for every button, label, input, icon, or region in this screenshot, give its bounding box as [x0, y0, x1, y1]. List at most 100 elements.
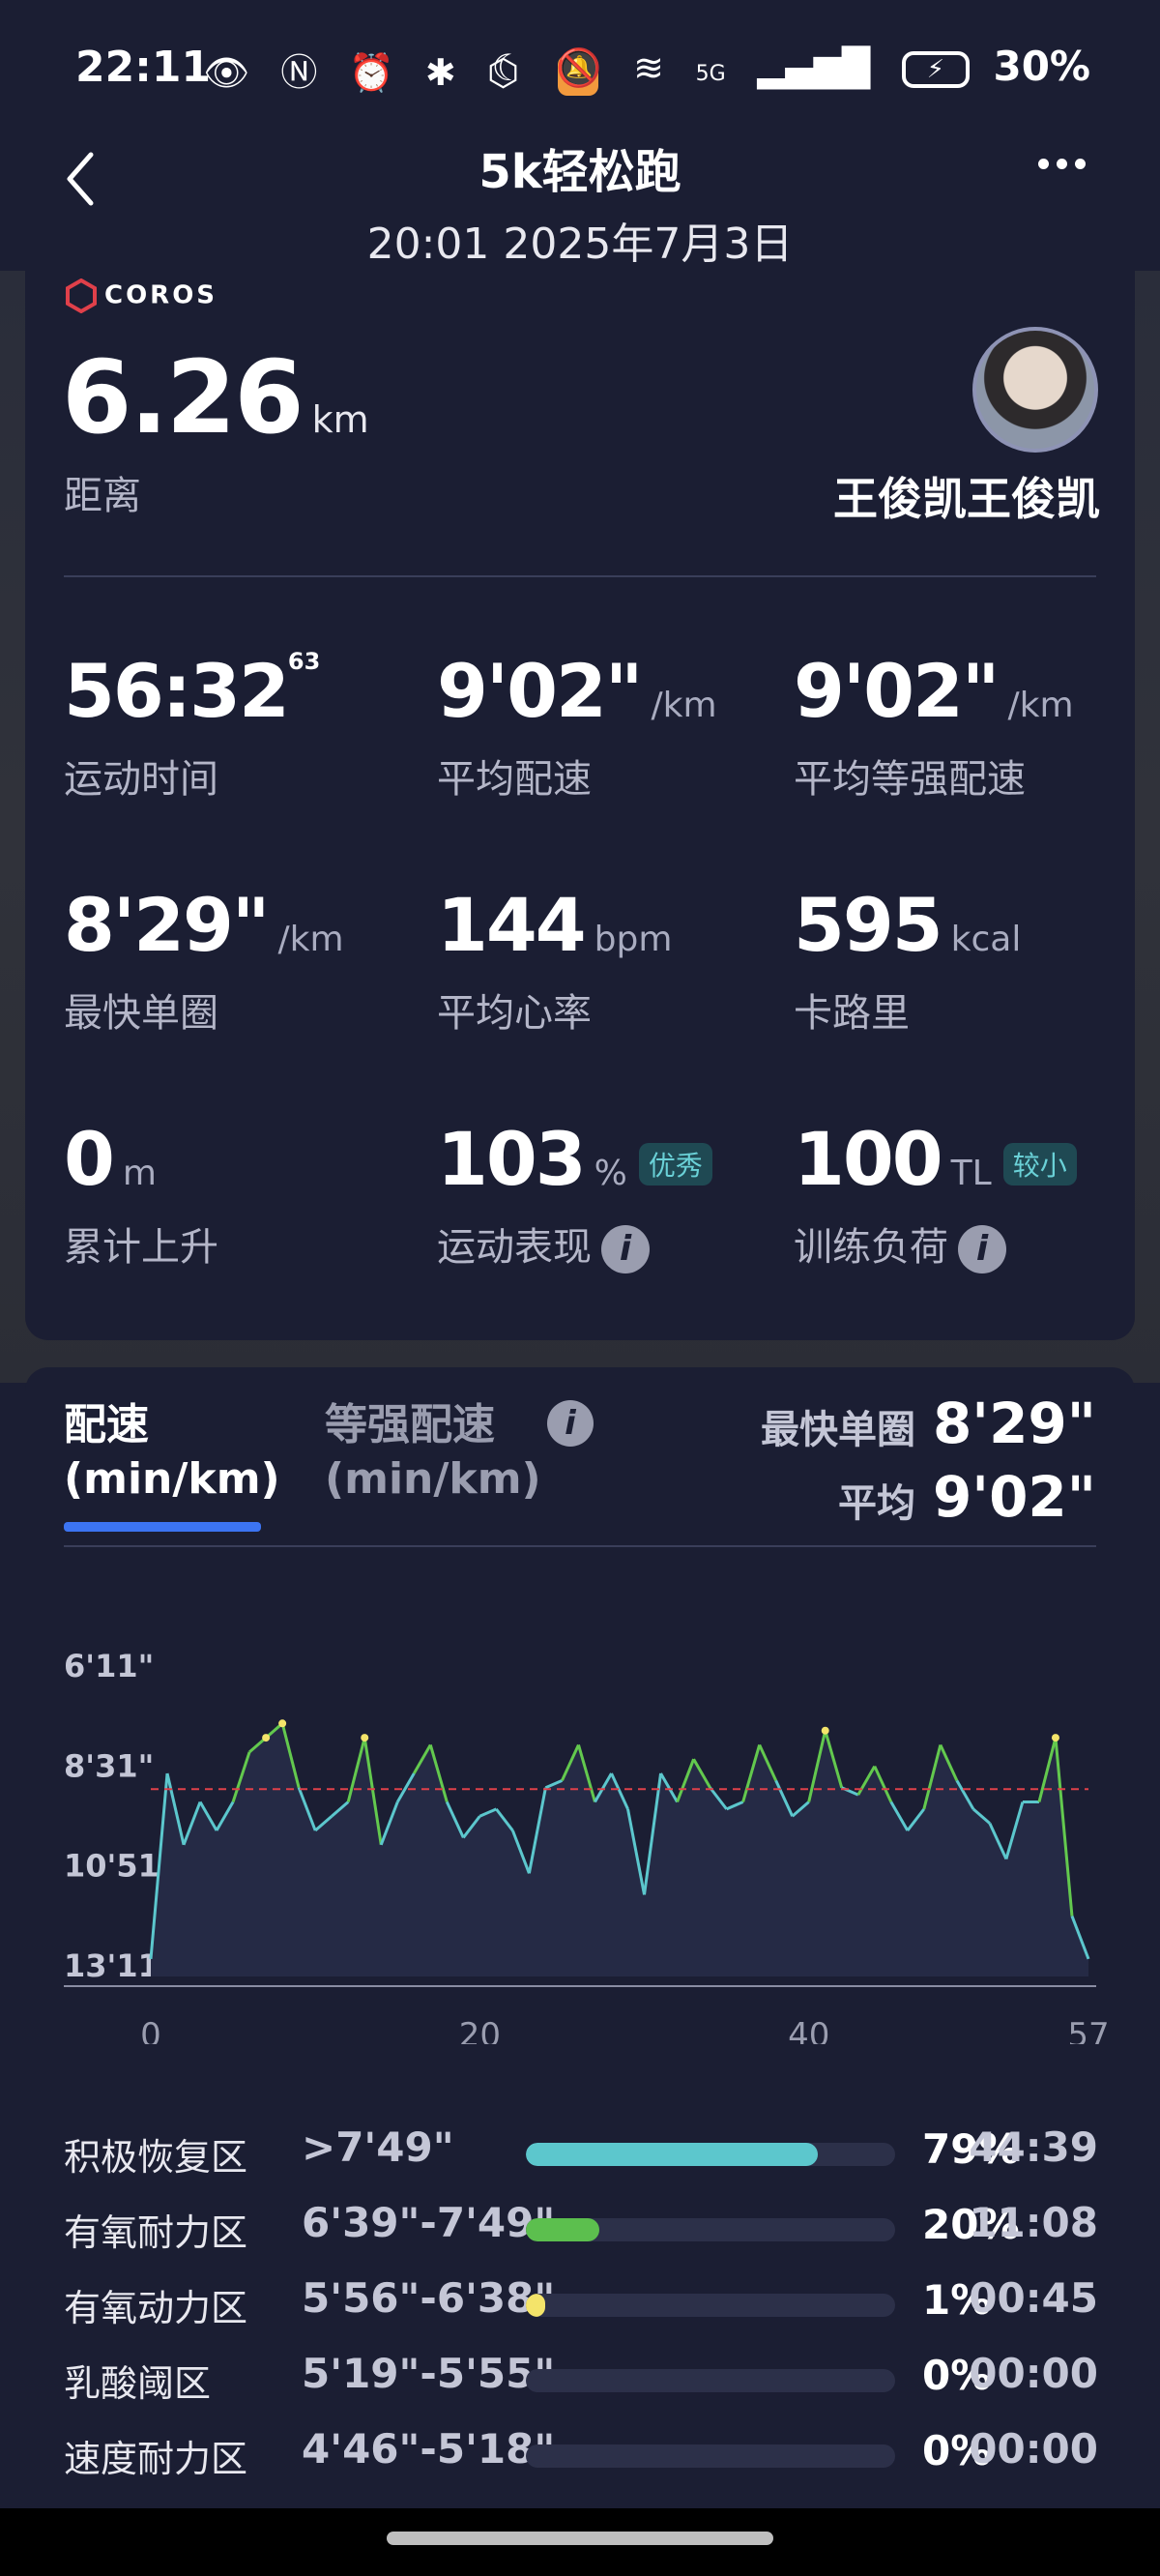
more-dot-icon — [1038, 159, 1049, 169]
stat-unit: kcal — [950, 920, 1022, 959]
stat-label: 平均心率 — [437, 991, 592, 1036]
zone-bar-track — [526, 2444, 895, 2468]
info-icon[interactable]: i — [958, 1225, 1006, 1273]
distance-unit: km — [311, 398, 369, 441]
alarm-icon: ⏰ — [348, 51, 404, 94]
zone-bar-track — [526, 2218, 895, 2241]
zone-time: 44:39 — [969, 2123, 1098, 2171]
summary-card: COROS 6.26 km 距离 王俊凯王俊凯 56:3263 运动时间 9'02… — [25, 271, 1135, 1340]
stat-avg-heart-rate: 144 bpm 平均心率 — [437, 882, 672, 1038]
divider — [64, 1545, 1096, 1547]
moon-icon: ☾ — [491, 46, 525, 89]
zone-time: 11:08 — [969, 2199, 1098, 2246]
stat-fastest-lap: 8'29"/km 最快单圈 — [64, 882, 344, 1038]
stat-value: 56:32 — [64, 648, 290, 734]
battery-percent: 30% — [993, 43, 1090, 90]
page-title: 5k轻松跑 — [478, 145, 682, 199]
stat-performance: 103% 优秀 运动表现 i — [437, 1116, 712, 1273]
pace-peak-point — [1051, 1734, 1059, 1742]
y-tick-label: 6'11" — [64, 1648, 154, 1684]
stat-unit: % — [594, 1154, 627, 1193]
info-icon[interactable]: i — [601, 1225, 650, 1273]
zone-row: 乳酸阈区 5'19"-5'55" 0% 00:00 — [64, 2348, 1098, 2406]
more-options-button[interactable] — [1038, 155, 1106, 193]
zone-bar-fill — [526, 2143, 818, 2166]
zone-bar-track — [526, 2369, 895, 2392]
status-time: 22:11 — [75, 43, 212, 92]
zone-name: 有氧耐力区 — [64, 2211, 248, 2254]
stat-elevation-gain: 0m 累计上升 — [64, 1116, 218, 1272]
status-right: ☾ 🔕 ≋ 5G ▂▄▆█ ⚡ 30% — [492, 43, 1090, 90]
tab-pace[interactable]: 配速 (min/km) — [64, 1398, 280, 1507]
pace-card: 配速 (min/km) 等强配速 (min/km) i 最快单圈 8'29" 平均… — [25, 1367, 1135, 2576]
stat-duration: 56:3263 运动时间 — [64, 648, 320, 804]
info-icon[interactable]: i — [547, 1400, 594, 1447]
stat-label: 卡路里 — [794, 991, 910, 1036]
stat-value: 9'02" — [437, 648, 644, 734]
zone-bar-track — [526, 2294, 895, 2317]
tab-grade-adjusted-pace[interactable]: 等强配速 (min/km) — [325, 1398, 541, 1507]
stat-unit: /km — [277, 920, 344, 959]
eye-icon: 👁 — [203, 51, 260, 94]
navigation-bar — [0, 2508, 1160, 2576]
divider — [64, 575, 1096, 577]
fastest-lap-value: 8'29" — [932, 1390, 1096, 1456]
tab-pace-unit: (min/km) — [64, 1454, 280, 1504]
stat-avg-grade-pace: 9'02"/km 平均等强配速 — [794, 648, 1074, 804]
average-label: 平均 — [837, 1481, 915, 1526]
header: 5k轻松跑 20:01 2025年7月3日 — [0, 126, 1160, 271]
stat-hundredths: 63 — [287, 648, 321, 675]
y-tick-label: 8'31" — [64, 1747, 154, 1784]
stat-value: 100 — [794, 1116, 943, 1202]
zone-time: 00:00 — [969, 2350, 1098, 2397]
fastest-lap-summary: 最快单圈 8'29" — [761, 1390, 1096, 1456]
zone-row: 速度耐力区 4'46"-5'18" 0% 00:00 — [64, 2423, 1098, 2481]
bluetooth-icon: ✱ — [424, 51, 466, 94]
stat-label: 平均配速 — [437, 757, 592, 802]
average-pace-summary: 平均 9'02" — [838, 1464, 1096, 1530]
stat-label: 运动表现 — [437, 1225, 592, 1270]
x-tick-label: 57 — [1067, 2016, 1109, 2044]
stat-label: 累计上升 — [64, 1225, 218, 1270]
zone-name: 有氧动力区 — [64, 2287, 248, 2329]
stat-value: 103 — [437, 1116, 587, 1202]
activity-datetime: 20:01 2025年7月3日 — [366, 220, 794, 269]
zone-bar-fill — [526, 2294, 545, 2317]
zone-range: 5'56"-6'38" — [302, 2274, 556, 2322]
zone-row: 有氧耐力区 6'39"-7'49" 20% 11:08 — [64, 2197, 1098, 2255]
mute-icon: 🔕 — [556, 46, 602, 89]
zone-name: 乳酸阈区 — [64, 2362, 212, 2405]
stat-value: 9'02" — [794, 648, 1000, 734]
wifi-icon: ≋ — [633, 46, 665, 89]
network-label: 5G — [695, 62, 726, 86]
coros-logo-icon — [66, 278, 97, 313]
stat-value: 144 — [437, 882, 587, 968]
brand-name: COROS — [104, 280, 218, 310]
battery-charging-icon: ⚡ — [901, 50, 970, 88]
zone-name: 速度耐力区 — [64, 2438, 248, 2480]
zone-time: 00:45 — [969, 2274, 1098, 2322]
zone-range: 6'39"-7'49" — [302, 2199, 556, 2246]
zone-range: >7'49" — [302, 2123, 454, 2171]
tab-grade-unit: (min/km) — [325, 1454, 541, 1504]
zone-range: 4'46"-5'18" — [302, 2425, 556, 2473]
zone-row: 有氧动力区 5'56"-6'38" 1% 00:45 — [64, 2272, 1098, 2330]
tab-grade-label: 等强配速 — [325, 1400, 495, 1449]
zone-time: 00:00 — [969, 2425, 1098, 2473]
stat-label: 平均等强配速 — [794, 757, 1026, 802]
performance-badge: 优秀 — [638, 1143, 712, 1186]
x-tick-label: 40 — [788, 2016, 829, 2044]
nfc-icon: Ⓝ — [280, 51, 328, 94]
pace-peak-point — [821, 1726, 829, 1735]
stat-label: 最快单圈 — [64, 991, 218, 1036]
stat-training-load: 100 TL 较小 训练负荷 i — [794, 1116, 1077, 1273]
home-indicator[interactable] — [387, 2532, 773, 2545]
active-tab-indicator — [64, 1522, 261, 1532]
signal-icon: ▂▄▆█ — [757, 46, 871, 89]
stat-value: 595 — [794, 882, 943, 968]
distance-label: 距离 — [64, 474, 141, 518]
pace-chart[interactable]: 6'11"8'31"10'51"13'11"0 20 40 57 — [25, 1561, 1135, 2044]
avatar[interactable] — [972, 327, 1098, 453]
stat-value: 8'29" — [64, 882, 271, 968]
stat-label: 运动时间 — [64, 757, 218, 802]
